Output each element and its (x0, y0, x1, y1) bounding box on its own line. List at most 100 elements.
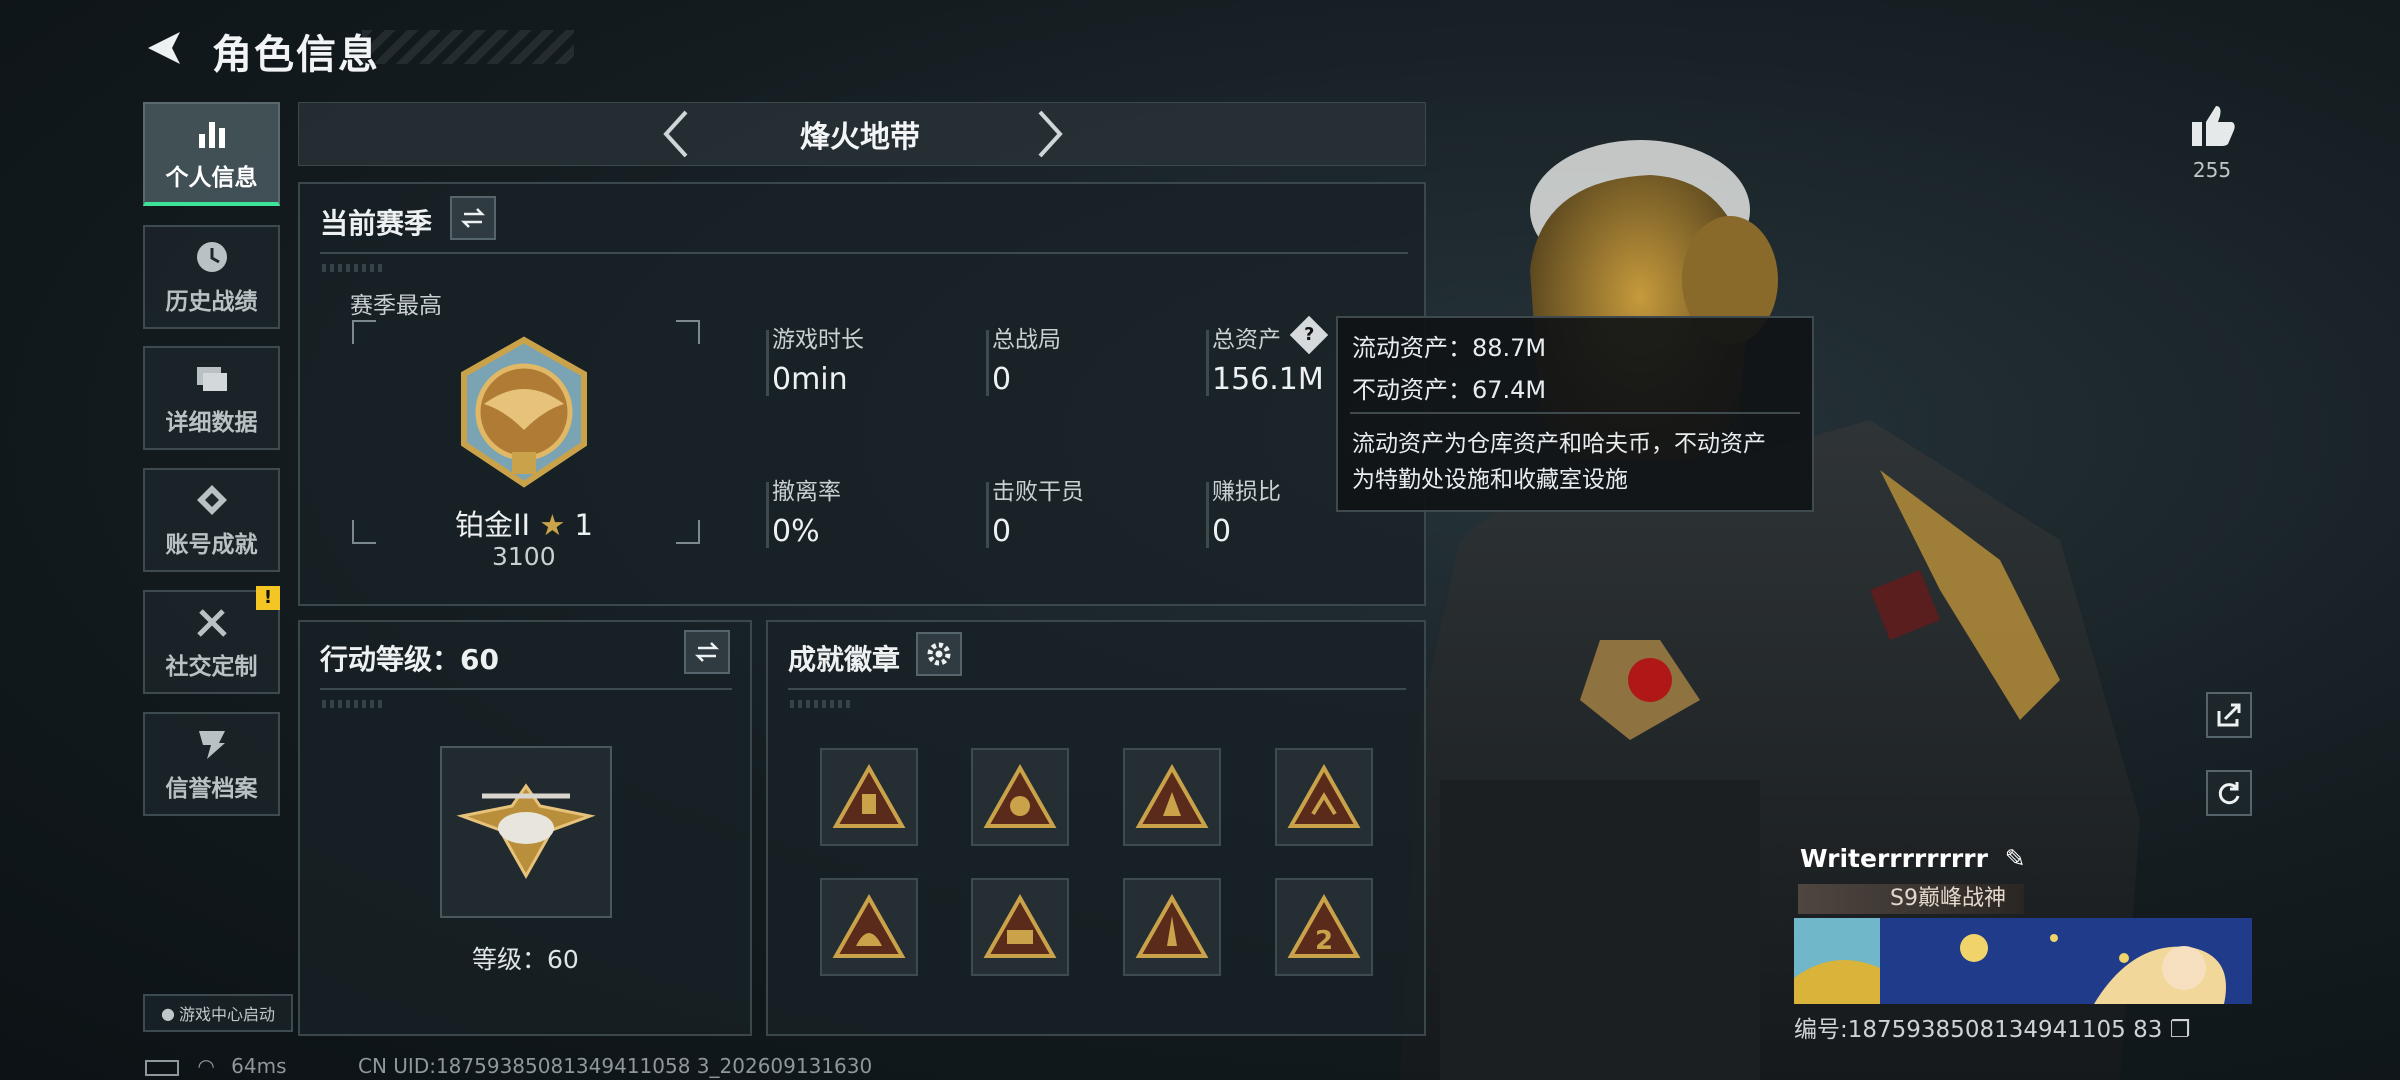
player-id: 编号:1875938508134941105 83 ❐ (1794, 1010, 2190, 1044)
stat-label: 总资产 (1212, 327, 1281, 353)
achievement-badge[interactable] (971, 878, 1069, 976)
copy-icon[interactable]: ❐ (2170, 1017, 2191, 1043)
share-icon (2217, 703, 2241, 727)
achievement-badge[interactable] (1275, 748, 1373, 846)
stat-label: 击败干员 (992, 479, 1084, 505)
stat-value: 0 (1212, 514, 1232, 549)
tooltip-desc-1: 流动资产为仓库资产和哈夫币，不动资产 (1352, 431, 1766, 457)
stat-marker (986, 330, 989, 396)
share-button[interactable] (2206, 692, 2252, 738)
stat-value: 0% (772, 514, 820, 549)
page-title: 角色信息 (212, 32, 380, 78)
badge-icon (983, 764, 1057, 828)
swap-icon (460, 208, 486, 228)
achievements-title: 成就徽章 (788, 643, 901, 676)
bracket (352, 320, 376, 344)
penguin-icon: ● (161, 1003, 175, 1023)
tooltip-desc-2: 为特勤处设施和收藏室设施 (1352, 467, 1628, 493)
player-id-text: 编号:1875938508134941105 83 (1794, 1017, 2163, 1043)
nav-label: 个人信息 (165, 165, 258, 191)
stat-label: 撤离率 (772, 479, 841, 505)
scanline-decoration (322, 264, 382, 272)
clock-icon (196, 242, 227, 272)
stat-marker (766, 330, 769, 396)
mode-label: 烽火地带 (800, 120, 920, 155)
stat-value: 156.1M (1212, 362, 1324, 397)
nav-item-details[interactable]: 详细数据 (143, 346, 280, 450)
asset-tooltip: 流动资产：88.7M 不动资产：67.4M 流动资产为仓库资产和哈夫币，不动资产… (1336, 316, 1814, 512)
tools-icon (196, 609, 227, 637)
game-center-launch-button[interactable]: ● 游戏中心启动 (143, 994, 293, 1032)
badge-icon (1135, 764, 1209, 828)
achievement-badge[interactable] (1123, 878, 1221, 976)
fixed-assets: 不动资产：67.4M (1352, 376, 1547, 404)
chevron-right-icon[interactable] (1030, 108, 1070, 160)
back-arrow-icon[interactable] (142, 26, 186, 70)
bracket (676, 520, 700, 544)
warning-badge: ! (256, 586, 280, 610)
nav-item-reputation[interactable]: 信誉档案 (143, 712, 280, 816)
refresh-icon (2218, 782, 2240, 805)
action-level-switch-button[interactable] (684, 630, 730, 674)
achievements-settings-button[interactable] (916, 632, 962, 676)
action-level-title: 行动等级：60 (320, 643, 499, 676)
level-text: 等级：60 (472, 945, 579, 974)
nav-item-profile[interactable]: 个人信息 (143, 102, 280, 206)
player-banner[interactable] (1794, 918, 2252, 1004)
badge-icon: 2 (1287, 894, 1361, 958)
tooltip-divider (1350, 412, 1800, 414)
stat-value: 0 (992, 362, 1012, 397)
achievements-divider (788, 688, 1406, 690)
stat-marker (766, 482, 769, 548)
nav-item-achievements[interactable]: 账号成就 (143, 468, 280, 572)
player-name-text: Writerrrrrrrrr (1800, 844, 1988, 873)
achievement-badge[interactable] (820, 878, 918, 976)
like-count: 255 (2192, 158, 2232, 182)
rank-stars: 1 (574, 508, 593, 542)
rotate-button[interactable] (2206, 770, 2252, 816)
scanline-decoration (790, 700, 850, 708)
nav-label: 详细数据 (165, 410, 258, 436)
battery-icon (145, 1059, 179, 1076)
season-best-label: 赛季最高 (350, 293, 442, 319)
season-title: 当前赛季 (320, 207, 433, 240)
achievement-badge[interactable]: 2 (1275, 878, 1373, 976)
stat-marker (986, 482, 989, 548)
thumbs-up-icon[interactable] (2186, 100, 2238, 152)
scanline-decoration (322, 700, 382, 708)
stat-label: 赚损比 (1212, 479, 1281, 505)
nav-label: 社交定制 (165, 654, 258, 680)
badge-icon (1287, 764, 1361, 828)
achievement-badge[interactable] (971, 748, 1069, 846)
action-divider (320, 688, 732, 690)
stat-marker (1206, 482, 1209, 548)
season-switch-button[interactable] (450, 196, 496, 240)
edit-icon[interactable]: ✎ (2005, 844, 2026, 873)
star-icon: ★ (539, 508, 566, 542)
stat-label: 游戏时长 (772, 327, 864, 353)
achievement-badge[interactable] (1123, 748, 1221, 846)
nav-item-history[interactable]: 历史战绩 (143, 225, 280, 329)
rank-name: 铂金II (455, 508, 531, 542)
gear-icon (927, 642, 951, 666)
ping-text: 64ms (231, 1054, 287, 1078)
swap-icon (694, 642, 720, 662)
stat-label: 总战局 (992, 327, 1061, 353)
stat-value: 0min (772, 362, 848, 397)
badge-icon (1135, 894, 1209, 958)
achievement-badge[interactable] (820, 748, 918, 846)
season-divider (320, 252, 1408, 254)
badge-icon (983, 894, 1057, 958)
badge-icon (832, 894, 906, 958)
chevron-left-icon[interactable] (656, 108, 696, 160)
player-title: S9巅峰战神 (1798, 884, 2024, 914)
player-name: Writerrrrrrrrr ✎ (1800, 844, 2026, 873)
helicopter-emblem-icon (456, 783, 596, 880)
svg-text:2: 2 (1315, 926, 1333, 956)
rank-emblem-icon (461, 336, 587, 488)
reputation-icon (198, 731, 225, 759)
nav-label: 信誉档案 (165, 776, 258, 802)
achievement-icon (196, 485, 227, 515)
nav-label: 账号成就 (165, 532, 258, 558)
rank-line: 铂金II ★ 1 (455, 502, 593, 544)
